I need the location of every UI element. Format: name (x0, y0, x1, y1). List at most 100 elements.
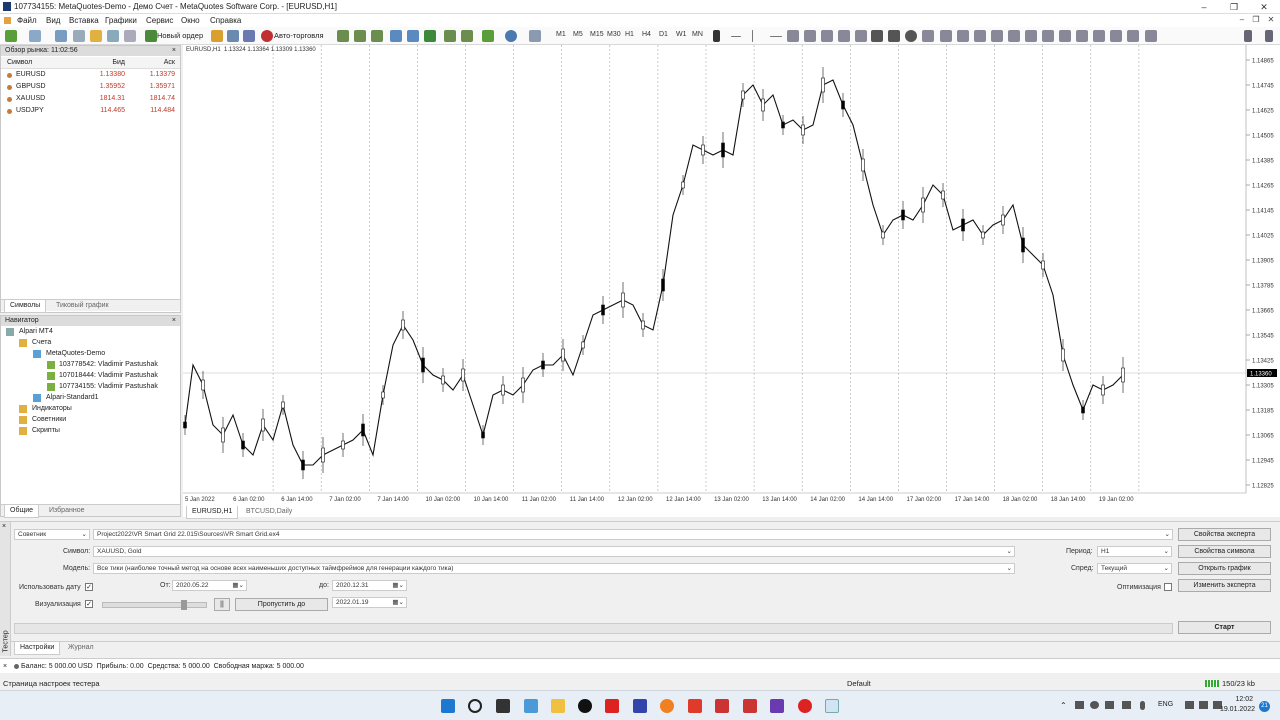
tiktok-icon[interactable] (578, 699, 592, 713)
tab-favorites[interactable]: Избранное (44, 505, 89, 517)
tf-d1[interactable]: D1 (659, 31, 668, 38)
std-channel-icon[interactable] (974, 30, 986, 42)
tf-h4[interactable]: H4 (642, 31, 651, 38)
horizontal-line-icon[interactable] (770, 36, 782, 37)
skip-date-field[interactable]: 2022.01.19 ▦⌄ (332, 597, 407, 608)
clock-time[interactable]: 12:02 (1229, 696, 1253, 703)
fibo-fan-icon[interactable] (1008, 30, 1020, 42)
model-select[interactable]: Все тики (наиболее точный метод на основ… (93, 563, 1015, 574)
vivaldi-icon[interactable] (605, 699, 619, 713)
nav-account[interactable]: 107018444: Vladimir Pastushak (34, 371, 158, 381)
candle-chart-icon[interactable] (354, 30, 366, 42)
tf-m1[interactable]: M1 (556, 31, 566, 38)
minimize-icon[interactable]: – (1189, 1, 1219, 13)
price-chart[interactable]: 1.14865 1.14745 1.14625 1.14505 1.14385 1.142… (183, 45, 1280, 517)
tray-chevron-icon[interactable]: ⌃ (1060, 701, 1067, 710)
cursor-icon[interactable] (713, 30, 720, 42)
terminal-icon[interactable] (107, 30, 119, 42)
tf-mn[interactable]: MN (692, 31, 703, 38)
new-order-icon[interactable] (145, 30, 157, 42)
tab-symbols[interactable]: Символы (4, 300, 47, 313)
check-sign-icon[interactable] (1127, 30, 1139, 42)
tester-icon[interactable] (124, 30, 136, 42)
rectangle-icon[interactable] (871, 30, 883, 42)
start-button[interactable]: Старт (1178, 621, 1271, 634)
close-icon[interactable]: × (172, 46, 176, 56)
symbol-properties-button[interactable]: Свойства символа (1178, 545, 1271, 558)
nav-accounts[interactable]: Счета (9, 338, 51, 348)
new-chart-icon[interactable] (5, 30, 17, 42)
tf-w1[interactable]: W1 (676, 31, 687, 38)
new-order-button[interactable]: Новый ордер (157, 31, 203, 40)
onedrive-icon[interactable] (1090, 701, 1099, 709)
task-view-icon[interactable] (496, 699, 510, 713)
tab-common[interactable]: Общие (4, 505, 40, 518)
tf-m15[interactable]: M15 (590, 31, 604, 38)
chart-shift-icon[interactable] (444, 30, 456, 42)
tab-btcusd[interactable]: BTCUSD,Daily (241, 506, 297, 518)
app-icon[interactable] (715, 699, 729, 713)
search-icon[interactable] (468, 699, 482, 713)
child-restore-icon[interactable]: ❐ (1251, 15, 1261, 24)
start-icon[interactable] (441, 699, 455, 713)
calendar-icon[interactable]: ▦⌄ (232, 581, 244, 591)
profiles-icon[interactable] (29, 30, 41, 42)
trendline-icon[interactable] (787, 30, 799, 42)
nav-scripts[interactable]: Скрипты (9, 426, 60, 436)
menu-view[interactable]: Вид (46, 16, 60, 25)
nav-account[interactable]: 107734155: Vladimir Pastushak (34, 382, 158, 392)
expert-select[interactable]: Project2022\VR Smart Grid 22.015\Sources… (93, 529, 1173, 540)
cycle-lines-icon[interactable] (957, 30, 969, 42)
fibo-arcs-icon[interactable] (1025, 30, 1037, 42)
metaeditor-icon[interactable] (211, 30, 223, 42)
close-icon[interactable]: × (2, 523, 6, 530)
period-select[interactable]: H1 ⌄ (1097, 546, 1172, 557)
close-icon[interactable]: × (172, 316, 176, 326)
menu-insert[interactable]: Вставка (69, 16, 99, 25)
col-bid[interactable]: Бид (112, 57, 125, 69)
triangle-icon[interactable] (888, 30, 900, 42)
tf-m30[interactable]: M30 (607, 31, 621, 38)
visual-checkbox[interactable]: ✓ (85, 600, 93, 608)
child-close-icon[interactable]: ✕ (1266, 15, 1276, 24)
close-icon[interactable]: ✕ (1249, 1, 1279, 13)
line-chart-icon[interactable] (371, 30, 383, 42)
zoom-in-icon[interactable] (390, 30, 402, 42)
menu-charts[interactable]: Графики (105, 16, 137, 25)
date-to-field[interactable]: 2020.12.31 ▦⌄ (332, 580, 407, 591)
arrow-down-icon[interactable] (1110, 30, 1122, 42)
tf-h1[interactable]: H1 (625, 31, 634, 38)
notification-badge[interactable]: 21 (1259, 701, 1270, 712)
tray-icon[interactable] (1075, 701, 1084, 709)
navigator-icon[interactable] (90, 30, 102, 42)
restore-icon[interactable]: ❐ (1219, 1, 1249, 13)
signals-icon[interactable] (243, 30, 255, 42)
app-icon[interactable] (660, 699, 674, 713)
app-icon[interactable] (743, 699, 757, 713)
gann-fan-icon[interactable] (1059, 30, 1071, 42)
tab-journal[interactable]: Журнал (63, 642, 99, 654)
symbol-select[interactable]: XAUUSD, Gold ⌄ (93, 546, 1015, 557)
menu-help[interactable]: Справка (210, 16, 241, 25)
nav-server[interactable]: Alpari-Standard1 (21, 393, 99, 403)
nav-experts[interactable]: Советники (9, 415, 66, 425)
expert-properties-button[interactable]: Свойства эксперта (1178, 528, 1271, 541)
zoom-out-icon[interactable] (407, 30, 419, 42)
data-window-icon[interactable] (73, 30, 85, 42)
table-row[interactable]: GBPUSD 1.35952 1.35971 (1, 81, 180, 93)
vertical-line-icon[interactable] (752, 30, 753, 42)
date-from-field[interactable]: 2020.05.22 ▦⌄ (172, 580, 247, 591)
menu-tools[interactable]: Сервис (146, 16, 173, 25)
nav-root[interactable]: Alpari MT4 (6, 327, 53, 337)
network-icon[interactable] (1185, 701, 1194, 709)
slider-handle[interactable] (181, 600, 187, 610)
pause-button[interactable]: || (214, 598, 230, 611)
gann-grid-icon[interactable] (1042, 30, 1054, 42)
search-icon[interactable] (1244, 30, 1252, 42)
tab-settings[interactable]: Настройки (14, 642, 61, 655)
table-row[interactable]: XAUUSD 1814.31 1814.74 (1, 93, 180, 105)
metatrader-icon[interactable] (825, 699, 839, 713)
language[interactable]: ENG (1158, 701, 1173, 708)
tab-eurusd[interactable]: EURUSD,H1 (186, 506, 239, 519)
speed-slider[interactable] (102, 600, 207, 610)
